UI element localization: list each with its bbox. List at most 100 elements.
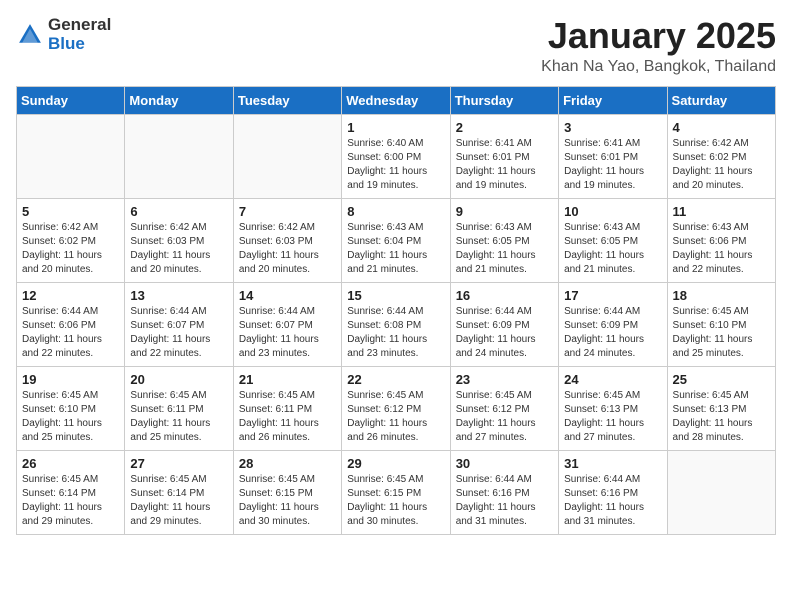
day-number: 3: [564, 120, 661, 135]
calendar-cell: 18 Sunrise: 6:45 AM Sunset: 6:10 PM Dayli…: [667, 282, 775, 366]
calendar-cell: 16 Sunrise: 6:44 AM Sunset: 6:09 PM Dayli…: [450, 282, 558, 366]
weekday-thursday: Thursday: [450, 86, 558, 114]
day-info: Sunrise: 6:42 AM Sunset: 6:03 PM Dayligh…: [239, 221, 336, 277]
logo: General Blue: [16, 16, 111, 53]
day-info: Sunrise: 6:44 AM Sunset: 6:06 PM Dayligh…: [22, 305, 119, 361]
calendar-cell: 29 Sunrise: 6:45 AM Sunset: 6:15 PM Dayli…: [342, 450, 450, 534]
day-info: Sunrise: 6:41 AM Sunset: 6:01 PM Dayligh…: [564, 137, 661, 193]
day-info: Sunrise: 6:45 AM Sunset: 6:10 PM Dayligh…: [22, 389, 119, 445]
day-number: 13: [130, 288, 227, 303]
calendar-cell: 22 Sunrise: 6:45 AM Sunset: 6:12 PM Dayli…: [342, 366, 450, 450]
day-info: Sunrise: 6:44 AM Sunset: 6:16 PM Dayligh…: [564, 473, 661, 529]
calendar-week-row: 26Sunrise: 6:45 AM Sunset: 6:14 PM Dayli…: [17, 450, 776, 534]
calendar-cell: 10Sunrise: 6:43 AM Sunset: 6:05 PM Dayli…: [559, 198, 667, 282]
calendar-cell: 1 Sunrise: 6:40 AM Sunset: 6:00 PM Daylig…: [342, 114, 450, 198]
calendar-cell: 14 Sunrise: 6:44 AM Sunset: 6:07 PM Dayli…: [233, 282, 341, 366]
day-number: 31: [564, 456, 661, 471]
day-info: Sunrise: 6:43 AM Sunset: 6:05 PM Dayligh…: [456, 221, 553, 277]
day-number: 2: [456, 120, 553, 135]
day-number: 16: [456, 288, 553, 303]
day-number: 14: [239, 288, 336, 303]
day-number: 25: [673, 372, 770, 387]
calendar-cell: 26Sunrise: 6:45 AM Sunset: 6:14 PM Dayli…: [17, 450, 125, 534]
day-info: Sunrise: 6:45 AM Sunset: 6:11 PM Dayligh…: [130, 389, 227, 445]
weekday-saturday: Saturday: [667, 86, 775, 114]
day-info: Sunrise: 6:45 AM Sunset: 6:15 PM Dayligh…: [239, 473, 336, 529]
day-number: 6: [130, 204, 227, 219]
day-number: 5: [22, 204, 119, 219]
page-header: General Blue January 2025 Khan Na Yao, B…: [16, 16, 776, 76]
calendar-cell: 19 Sunrise: 6:45 AM Sunset: 6:10 PM Dayli…: [17, 366, 125, 450]
day-number: 8: [347, 204, 444, 219]
calendar-week-row: 5 Sunrise: 6:42 AM Sunset: 6:02 PM Daylig…: [17, 198, 776, 282]
day-number: 27: [130, 456, 227, 471]
calendar-cell: 24 Sunrise: 6:45 AM Sunset: 6:13 PM Dayli…: [559, 366, 667, 450]
day-info: Sunrise: 6:43 AM Sunset: 6:04 PM Dayligh…: [347, 221, 444, 277]
calendar-cell: [125, 114, 233, 198]
weekday-tuesday: Tuesday: [233, 86, 341, 114]
day-number: 22: [347, 372, 444, 387]
day-number: 23: [456, 372, 553, 387]
day-number: 11: [673, 204, 770, 219]
day-info: Sunrise: 6:45 AM Sunset: 6:13 PM Dayligh…: [673, 389, 770, 445]
day-number: 1: [347, 120, 444, 135]
calendar-cell: 2 Sunrise: 6:41 AM Sunset: 6:01 PM Daylig…: [450, 114, 558, 198]
calendar-week-row: 1 Sunrise: 6:40 AM Sunset: 6:00 PM Daylig…: [17, 114, 776, 198]
calendar-cell: 8 Sunrise: 6:43 AM Sunset: 6:04 PM Daylig…: [342, 198, 450, 282]
day-number: 24: [564, 372, 661, 387]
day-info: Sunrise: 6:45 AM Sunset: 6:15 PM Dayligh…: [347, 473, 444, 529]
calendar-title: January 2025: [541, 16, 776, 56]
day-info: Sunrise: 6:41 AM Sunset: 6:01 PM Dayligh…: [456, 137, 553, 193]
day-number: 4: [673, 120, 770, 135]
calendar-cell: 27Sunrise: 6:45 AM Sunset: 6:14 PM Dayli…: [125, 450, 233, 534]
weekday-sunday: Sunday: [17, 86, 125, 114]
calendar-cell: 5 Sunrise: 6:42 AM Sunset: 6:02 PM Daylig…: [17, 198, 125, 282]
calendar-cell: 13 Sunrise: 6:44 AM Sunset: 6:07 PM Dayli…: [125, 282, 233, 366]
day-number: 9: [456, 204, 553, 219]
day-number: 17: [564, 288, 661, 303]
day-number: 10: [564, 204, 661, 219]
calendar-week-row: 19 Sunrise: 6:45 AM Sunset: 6:10 PM Dayli…: [17, 366, 776, 450]
weekday-monday: Monday: [125, 86, 233, 114]
weekday-friday: Friday: [559, 86, 667, 114]
calendar-cell: [667, 450, 775, 534]
calendar-cell: 9 Sunrise: 6:43 AM Sunset: 6:05 PM Daylig…: [450, 198, 558, 282]
calendar-cell: 11 Sunrise: 6:43 AM Sunset: 6:06 PM Dayli…: [667, 198, 775, 282]
day-number: 15: [347, 288, 444, 303]
weekday-header-row: SundayMondayTuesdayWednesdayThursdayFrid…: [17, 86, 776, 114]
calendar-cell: 20Sunrise: 6:45 AM Sunset: 6:11 PM Dayli…: [125, 366, 233, 450]
day-info: Sunrise: 6:45 AM Sunset: 6:13 PM Dayligh…: [564, 389, 661, 445]
day-info: Sunrise: 6:44 AM Sunset: 6:08 PM Dayligh…: [347, 305, 444, 361]
calendar-table: SundayMondayTuesdayWednesdayThursdayFrid…: [16, 86, 776, 535]
calendar-cell: 31 Sunrise: 6:44 AM Sunset: 6:16 PM Dayli…: [559, 450, 667, 534]
day-info: Sunrise: 6:42 AM Sunset: 6:02 PM Dayligh…: [22, 221, 119, 277]
day-number: 21: [239, 372, 336, 387]
logo-general: General: [48, 16, 111, 35]
calendar-cell: 30Sunrise: 6:44 AM Sunset: 6:16 PM Dayli…: [450, 450, 558, 534]
day-info: Sunrise: 6:44 AM Sunset: 6:07 PM Dayligh…: [239, 305, 336, 361]
calendar-cell: 3 Sunrise: 6:41 AM Sunset: 6:01 PM Daylig…: [559, 114, 667, 198]
day-info: Sunrise: 6:44 AM Sunset: 6:07 PM Dayligh…: [130, 305, 227, 361]
calendar-cell: 7Sunrise: 6:42 AM Sunset: 6:03 PM Daylig…: [233, 198, 341, 282]
day-info: Sunrise: 6:42 AM Sunset: 6:03 PM Dayligh…: [130, 221, 227, 277]
day-info: Sunrise: 6:40 AM Sunset: 6:00 PM Dayligh…: [347, 137, 444, 193]
day-info: Sunrise: 6:43 AM Sunset: 6:06 PM Dayligh…: [673, 221, 770, 277]
day-info: Sunrise: 6:45 AM Sunset: 6:11 PM Dayligh…: [239, 389, 336, 445]
calendar-cell: 21 Sunrise: 6:45 AM Sunset: 6:11 PM Dayli…: [233, 366, 341, 450]
calendar-week-row: 12 Sunrise: 6:44 AM Sunset: 6:06 PM Dayli…: [17, 282, 776, 366]
day-info: Sunrise: 6:45 AM Sunset: 6:12 PM Dayligh…: [456, 389, 553, 445]
calendar-cell: [17, 114, 125, 198]
day-info: Sunrise: 6:44 AM Sunset: 6:09 PM Dayligh…: [456, 305, 553, 361]
calendar-subtitle: Khan Na Yao, Bangkok, Thailand: [541, 58, 776, 76]
calendar-cell: 28Sunrise: 6:45 AM Sunset: 6:15 PM Dayli…: [233, 450, 341, 534]
day-number: 26: [22, 456, 119, 471]
logo-blue: Blue: [48, 35, 111, 54]
day-number: 12: [22, 288, 119, 303]
day-number: 29: [347, 456, 444, 471]
title-block: January 2025 Khan Na Yao, Bangkok, Thail…: [541, 16, 776, 76]
day-info: Sunrise: 6:42 AM Sunset: 6:02 PM Dayligh…: [673, 137, 770, 193]
day-info: Sunrise: 6:45 AM Sunset: 6:10 PM Dayligh…: [673, 305, 770, 361]
day-number: 18: [673, 288, 770, 303]
day-number: 19: [22, 372, 119, 387]
day-info: Sunrise: 6:45 AM Sunset: 6:12 PM Dayligh…: [347, 389, 444, 445]
